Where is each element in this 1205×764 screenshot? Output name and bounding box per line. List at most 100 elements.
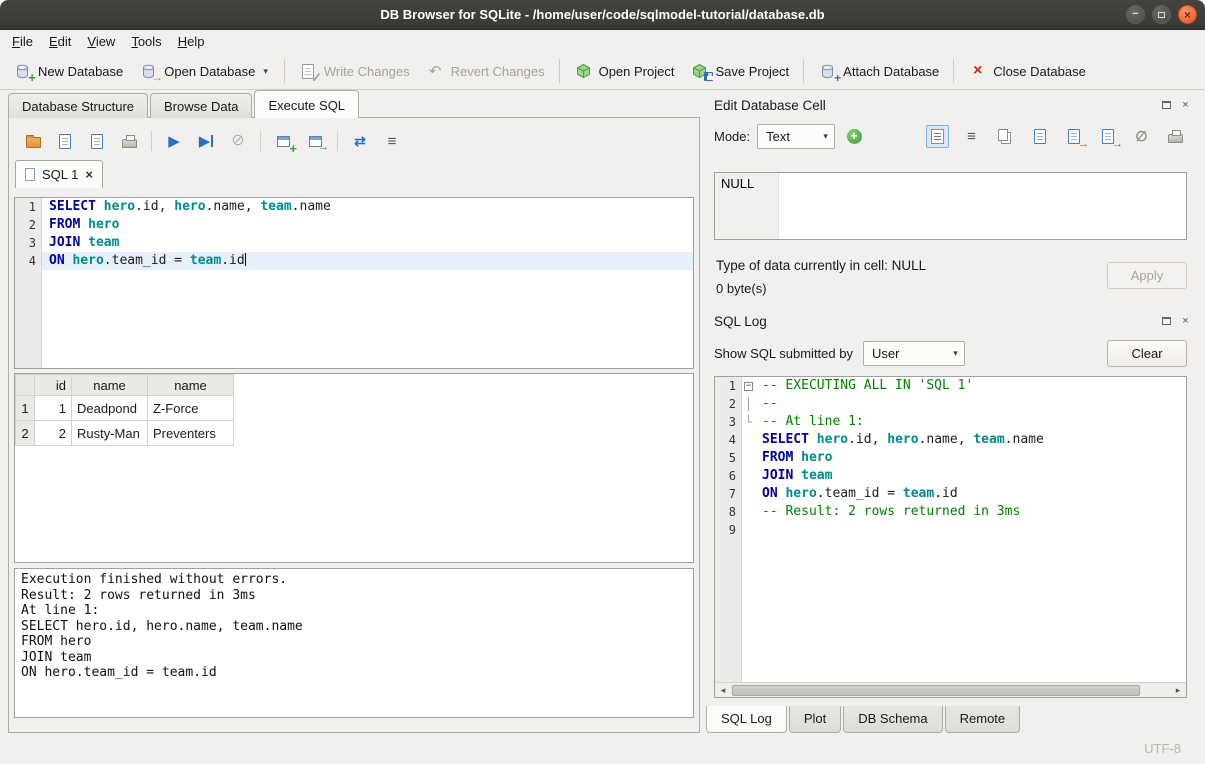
column-header-id[interactable]: id: [35, 375, 72, 396]
menu-help[interactable]: Help: [170, 32, 213, 51]
cell-team-name[interactable]: Preventers: [148, 421, 234, 446]
toolbar-separator: [803, 59, 804, 83]
import-cell-button[interactable]: →: [1062, 125, 1085, 148]
row-header[interactable]: 2: [16, 421, 35, 446]
sql-tab-close-icon[interactable]: ×: [85, 168, 93, 181]
dock-tab-remote[interactable]: Remote: [945, 706, 1021, 733]
code-line[interactable]: 2FROM hero: [15, 216, 693, 234]
cell-hero-name[interactable]: Rusty-Man: [72, 421, 148, 446]
sql-log-filter-row: Show SQL submitted by User ▾ Clear: [714, 338, 1187, 368]
execute-all-icon: ▶: [168, 134, 180, 149]
results-grid: id name name 1 1 Deadpond Z-Force 2 2 Ru…: [14, 373, 694, 563]
attach-database-button[interactable]: + Attach Database: [811, 58, 946, 84]
cell-team-name[interactable]: Z-Force: [148, 396, 234, 421]
line-number: 4: [15, 252, 42, 270]
print-cell-button[interactable]: [1164, 125, 1187, 148]
code-line[interactable]: 7ON hero.team_id = team.id: [715, 485, 1186, 503]
tab-database-structure[interactable]: Database Structure: [8, 93, 148, 118]
cell-editor[interactable]: NULL: [714, 172, 1187, 240]
save-sql-file-button[interactable]: [55, 131, 75, 151]
code-line[interactable]: 8-- Result: 2 rows returned in 3ms: [715, 503, 1186, 521]
sql-log-box: 1−-- EXECUTING ALL IN 'SQL 1'2│--3└-- At…: [714, 376, 1187, 698]
horizontal-scrollbar[interactable]: ◂ ▸: [715, 682, 1186, 697]
menu-edit[interactable]: Edit: [41, 32, 79, 51]
code-line[interactable]: 2│--: [715, 395, 1186, 413]
print-button[interactable]: [119, 131, 139, 151]
close-dock-button[interactable]: ×: [1178, 98, 1193, 113]
close-database-button[interactable]: × Close Database: [961, 58, 1093, 84]
save-project-button[interactable]: Save Project: [683, 58, 796, 84]
code-line[interactable]: 5FROM hero: [715, 449, 1186, 467]
sql-tab[interactable]: SQL 1 ×: [15, 160, 103, 188]
new-tab-button[interactable]: +: [273, 131, 293, 151]
cell-id[interactable]: 1: [35, 396, 72, 421]
code-line[interactable]: 9: [715, 521, 1186, 539]
close-dock-button[interactable]: ×: [1178, 314, 1193, 329]
fold-marker: [742, 503, 755, 521]
revert-changes-icon: ↶: [426, 62, 445, 80]
menu-file[interactable]: File: [4, 32, 41, 51]
toolbar-separator: [953, 59, 954, 83]
float-dock-button[interactable]: [1159, 314, 1174, 329]
auto-detect-button[interactable]: +: [842, 124, 866, 148]
tab-browse-data[interactable]: Browse Data: [150, 93, 252, 118]
line-number: 2: [715, 395, 742, 413]
float-dock-button[interactable]: [1159, 98, 1174, 113]
detach-tab-button[interactable]: →: [305, 131, 325, 151]
sql-log-view[interactable]: 1−-- EXECUTING ALL IN 'SQL 1'2│--3└-- At…: [715, 377, 1186, 682]
save-cell-button[interactable]: [1028, 125, 1051, 148]
menu-view[interactable]: View: [79, 32, 123, 51]
close-database-icon: ×: [968, 62, 987, 80]
save-sql-file-as-button[interactable]: [87, 131, 107, 151]
maximize-button[interactable]: [1152, 5, 1171, 24]
dock-tab-sql-log[interactable]: SQL Log: [706, 706, 787, 733]
submitted-by-select[interactable]: User ▾: [863, 341, 965, 366]
code-line[interactable]: 1SELECT hero.id, hero.name, team.name: [15, 198, 693, 216]
collapse-icon[interactable]: −: [744, 382, 753, 391]
dock-tab-db-schema[interactable]: DB Schema: [843, 706, 942, 733]
menu-tools[interactable]: Tools: [123, 32, 169, 51]
attach-database-icon: +: [818, 62, 837, 80]
mode-select[interactable]: Text ▾: [757, 124, 835, 149]
fold-marker[interactable]: −: [742, 377, 755, 395]
tab-execute-sql[interactable]: Execute SQL: [254, 90, 359, 118]
code-line[interactable]: 4ON hero.team_id = team.id: [15, 252, 693, 270]
sql-tab-bar: SQL 1 ×: [9, 160, 699, 188]
toolbar-separator: [260, 131, 261, 151]
word-wrap-button[interactable]: ≡: [382, 131, 402, 151]
code-line[interactable]: 1−-- EXECUTING ALL IN 'SQL 1': [715, 377, 1186, 395]
open-sql-file-button[interactable]: [23, 131, 43, 151]
sql-log-title: SQL Log: [714, 314, 1155, 329]
row-header[interactable]: 1: [16, 396, 35, 421]
open-database-dropdown-icon[interactable]: ▾: [261, 66, 270, 77]
close-button[interactable]: ×: [1178, 5, 1197, 24]
copy-cell-button[interactable]: [994, 125, 1017, 148]
sql-editor[interactable]: 1SELECT hero.id, hero.name, team.name2FR…: [14, 197, 694, 369]
export-cell-button[interactable]: →: [1096, 125, 1119, 148]
cell-hero-name[interactable]: Deadpond: [72, 396, 148, 421]
dock-tab-plot[interactable]: Plot: [789, 706, 841, 733]
code-line[interactable]: 4SELECT hero.id, hero.name, team.name: [715, 431, 1186, 449]
code-line[interactable]: 3└-- At line 1:: [715, 413, 1186, 431]
execute-all-button[interactable]: ▶: [164, 131, 184, 151]
code-text: SELECT hero.id, hero.name, team.name: [755, 431, 1186, 449]
word-wrap-cell-button[interactable]: ≡: [960, 125, 983, 148]
clear-log-button[interactable]: Clear: [1107, 340, 1187, 367]
execute-current-line-button[interactable]: ▶: [196, 131, 216, 151]
scroll-left-icon[interactable]: ◂: [715, 685, 731, 696]
text-mode-button[interactable]: [926, 125, 949, 148]
column-header-name1[interactable]: name: [72, 375, 148, 396]
cell-id[interactable]: 2: [35, 421, 72, 446]
line-number: 8: [715, 503, 742, 521]
column-header-name2[interactable]: name: [148, 375, 234, 396]
scroll-right-icon[interactable]: ▸: [1170, 685, 1186, 696]
set-null-button[interactable]: ∅: [1130, 125, 1153, 148]
new-database-button[interactable]: + New Database: [6, 58, 130, 84]
open-project-button[interactable]: Open Project: [567, 58, 682, 84]
minimize-button[interactable]: −: [1126, 5, 1145, 24]
code-line[interactable]: 6JOIN team: [715, 467, 1186, 485]
open-database-button[interactable]: → Open Database ▾: [132, 58, 277, 84]
find-replace-button[interactable]: ⇄: [350, 131, 370, 151]
scrollbar-thumb[interactable]: [732, 685, 1140, 696]
code-line[interactable]: 3JOIN team: [15, 234, 693, 252]
